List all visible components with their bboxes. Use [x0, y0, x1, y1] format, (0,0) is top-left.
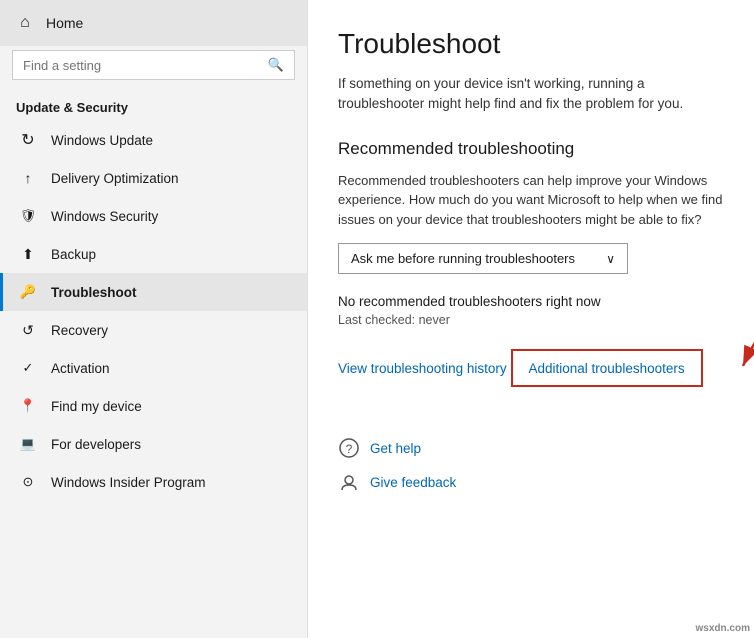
give-feedback-item[interactable]: Give feedback	[338, 471, 724, 493]
sidebar-item-delivery-optimization[interactable]: ↑ Delivery Optimization	[0, 159, 307, 197]
additional-troubleshooters-box[interactable]: Additional troubleshooters	[511, 349, 703, 387]
sidebar-item-label: Windows Insider Program	[51, 475, 206, 490]
sidebar-item-label: Recovery	[51, 323, 108, 338]
recommended-desc: Recommended troubleshooters can help imp…	[338, 171, 724, 230]
sidebar-item-recovery[interactable]: ↺ Recovery	[0, 311, 307, 349]
get-help-label: Get help	[370, 441, 421, 456]
dropdown-value: Ask me before running troubleshooters	[351, 251, 575, 266]
troubleshooter-dropdown[interactable]: Ask me before running troubleshooters ∨	[338, 243, 628, 274]
sidebar-home-button[interactable]: ⌂ Home	[0, 0, 307, 46]
get-help-item[interactable]: ? Get help	[338, 437, 724, 459]
sidebar-item-windows-insider[interactable]: ⊙ Windows Insider Program	[0, 463, 307, 501]
windows-insider-icon: ⊙	[19, 473, 37, 491]
home-label: Home	[46, 15, 83, 31]
find-my-device-icon: 📍	[19, 397, 37, 415]
help-section: ? Get help Give feedback	[338, 437, 724, 493]
sidebar-item-troubleshoot[interactable]: 🔑 Troubleshoot	[0, 273, 307, 311]
sidebar-item-label: Delivery Optimization	[51, 171, 179, 186]
sidebar: ⌂ Home 🔍 Update & Security ↻ Windows Upd…	[0, 0, 308, 638]
windows-security-icon: 🛡	[19, 207, 37, 225]
sidebar-item-backup[interactable]: ⬆ Backup	[0, 235, 307, 273]
recovery-icon: ↺	[19, 321, 37, 339]
recommended-heading: Recommended troubleshooting	[338, 139, 724, 159]
section-title: Update & Security	[0, 92, 307, 121]
home-icon: ⌂	[16, 14, 34, 32]
activation-icon: ✓	[19, 359, 37, 377]
sidebar-item-for-developers[interactable]: 💻 For developers	[0, 425, 307, 463]
sidebar-item-label: Find my device	[51, 399, 142, 414]
give-feedback-label: Give feedback	[370, 475, 456, 490]
sidebar-item-find-my-device[interactable]: 📍 Find my device	[0, 387, 307, 425]
sidebar-item-label: Windows Update	[51, 133, 153, 148]
search-box[interactable]: 🔍	[12, 50, 295, 80]
main-content: Troubleshoot If something on your device…	[308, 0, 754, 638]
page-description: If something on your device isn't workin…	[338, 74, 724, 115]
sidebar-item-label: Backup	[51, 247, 96, 262]
troubleshoot-icon: 🔑	[19, 283, 37, 301]
chevron-down-icon: ∨	[606, 252, 615, 266]
sidebar-item-windows-update[interactable]: ↻ Windows Update	[0, 121, 307, 159]
svg-text:?: ?	[346, 442, 353, 456]
status-label: No recommended troubleshooters right now	[338, 294, 724, 309]
sidebar-item-windows-security[interactable]: 🛡 Windows Security	[0, 197, 307, 235]
for-developers-icon: 💻	[19, 435, 37, 453]
additional-troubleshooters-label: Additional troubleshooters	[529, 361, 685, 376]
status-sub: Last checked: never	[338, 313, 724, 327]
give-feedback-icon	[338, 471, 360, 493]
delivery-optimization-icon: ↑	[19, 169, 37, 187]
backup-icon: ⬆	[19, 245, 37, 263]
page-title: Troubleshoot	[338, 28, 724, 60]
view-history-link[interactable]: View troubleshooting history	[338, 361, 507, 376]
sidebar-item-label: Troubleshoot	[51, 285, 137, 300]
search-input[interactable]	[23, 58, 260, 73]
sidebar-item-activation[interactable]: ✓ Activation	[0, 349, 307, 387]
sidebar-item-label: Windows Security	[51, 209, 158, 224]
search-icon: 🔍	[268, 57, 284, 73]
windows-update-icon: ↻	[19, 131, 37, 149]
sidebar-item-label: For developers	[51, 437, 141, 452]
sidebar-item-label: Activation	[51, 361, 110, 376]
get-help-icon: ?	[338, 437, 360, 459]
